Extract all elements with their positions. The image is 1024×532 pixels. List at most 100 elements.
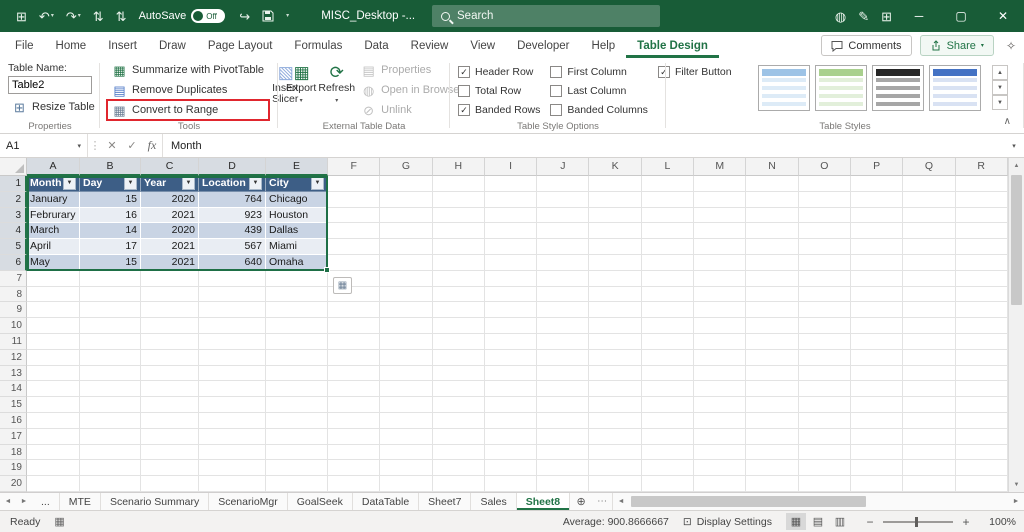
share-button[interactable]: Share ▾	[920, 35, 994, 56]
cell-A7[interactable]	[27, 271, 80, 287]
cell-N5[interactable]	[746, 239, 798, 255]
cell-E14[interactable]	[266, 381, 328, 397]
sheet-scroll-right-button[interactable]: ►	[16, 493, 32, 510]
cell-L16[interactable]	[642, 413, 694, 429]
cell-O20[interactable]	[799, 476, 851, 492]
cell-M6[interactable]	[694, 255, 746, 271]
cell-R17[interactable]	[956, 429, 1008, 445]
cell-E2[interactable]: Chicago	[266, 192, 328, 208]
cell-M17[interactable]	[694, 429, 746, 445]
cell-D20[interactable]	[199, 476, 266, 492]
cell-K13[interactable]	[589, 366, 641, 382]
cell-A8[interactable]	[27, 287, 80, 303]
cell-A12[interactable]	[27, 350, 80, 366]
cell-A5[interactable]: April	[27, 239, 80, 255]
cell-E10[interactable]	[266, 318, 328, 334]
checkbox-first-column[interactable]	[550, 66, 562, 78]
cell-Q3[interactable]	[903, 208, 955, 224]
cell-R6[interactable]	[956, 255, 1008, 271]
cell-P4[interactable]	[851, 223, 903, 239]
cell-A1[interactable]: Month▼	[27, 176, 80, 192]
checkbox-banded-rows[interactable]: ✓	[458, 104, 470, 116]
resize-table-button[interactable]: ⊞ Resize Table	[8, 98, 92, 116]
table-style-dark[interactable]	[872, 65, 924, 111]
cell-M2[interactable]	[694, 192, 746, 208]
cell-B18[interactable]	[80, 445, 141, 461]
sort-descending-button[interactable]: ⇅	[110, 10, 133, 23]
editing-mode-button[interactable]: ✎	[852, 10, 875, 23]
cell-L8[interactable]	[642, 287, 694, 303]
hscroll-track[interactable]	[629, 493, 1008, 510]
zoom-out-button[interactable]: −	[864, 515, 876, 529]
checkbox-last-column[interactable]	[550, 85, 562, 97]
cell-R4[interactable]	[956, 223, 1008, 239]
cell-C12[interactable]	[141, 350, 199, 366]
row-header-14[interactable]: 14	[0, 381, 27, 397]
cell-K4[interactable]	[589, 223, 641, 239]
cell-E18[interactable]	[266, 445, 328, 461]
cell-H3[interactable]	[433, 208, 485, 224]
option-first-column[interactable]: First Column	[550, 63, 648, 81]
cell-L17[interactable]	[642, 429, 694, 445]
cell-I17[interactable]	[485, 429, 537, 445]
new-sheet-button[interactable]: ⊕	[570, 493, 592, 510]
cell-D11[interactable]	[199, 334, 266, 350]
cell-P14[interactable]	[851, 381, 903, 397]
cell-L18[interactable]	[642, 445, 694, 461]
sort-ascending-button[interactable]: ⇅	[87, 10, 110, 23]
column-header-F[interactable]: F	[328, 158, 380, 176]
cell-F16[interactable]	[328, 413, 380, 429]
cell-M20[interactable]	[694, 476, 746, 492]
cell-B5[interactable]: 17	[80, 239, 141, 255]
cell-D15[interactable]	[199, 397, 266, 413]
cell-C9[interactable]	[141, 302, 199, 318]
convert-to-range-button[interactable]: ▦Convert to Range	[108, 101, 268, 119]
cell-A15[interactable]	[27, 397, 80, 413]
cell-K10[interactable]	[589, 318, 641, 334]
cell-J6[interactable]	[537, 255, 589, 271]
cell-P7[interactable]	[851, 271, 903, 287]
ribbon-tab-data[interactable]: Data	[353, 35, 399, 58]
cell-N18[interactable]	[746, 445, 798, 461]
cell-O17[interactable]	[799, 429, 851, 445]
cell-E7[interactable]	[266, 271, 328, 287]
cell-N2[interactable]	[746, 192, 798, 208]
cell-D16[interactable]	[199, 413, 266, 429]
row-header-10[interactable]: 10	[0, 318, 27, 334]
cell-L4[interactable]	[642, 223, 694, 239]
qat-customize-button[interactable]: ▾	[280, 13, 295, 19]
cell-P2[interactable]	[851, 192, 903, 208]
maximize-button[interactable]: ▢	[940, 0, 982, 32]
cell-G14[interactable]	[380, 381, 432, 397]
cell-B3[interactable]: 16	[80, 208, 141, 224]
cell-I2[interactable]	[485, 192, 537, 208]
cell-M11[interactable]	[694, 334, 746, 350]
page-break-view-button[interactable]: ▥	[830, 513, 850, 530]
cell-Q16[interactable]	[903, 413, 955, 429]
cell-L3[interactable]	[642, 208, 694, 224]
cell-Q5[interactable]	[903, 239, 955, 255]
cell-B9[interactable]	[80, 302, 141, 318]
cell-P1[interactable]	[851, 176, 903, 192]
cell-G11[interactable]	[380, 334, 432, 350]
cell-A13[interactable]	[27, 366, 80, 382]
cell-B12[interactable]	[80, 350, 141, 366]
cell-P8[interactable]	[851, 287, 903, 303]
cell-B14[interactable]	[80, 381, 141, 397]
cell-H12[interactable]	[433, 350, 485, 366]
normal-view-button[interactable]: ▦	[786, 513, 806, 530]
cell-P11[interactable]	[851, 334, 903, 350]
cell-Q9[interactable]	[903, 302, 955, 318]
cell-R3[interactable]	[956, 208, 1008, 224]
cell-M1[interactable]	[694, 176, 746, 192]
cell-F6[interactable]	[328, 255, 380, 271]
cell-M18[interactable]	[694, 445, 746, 461]
filter-button-month[interactable]: ▼	[63, 177, 76, 190]
cell-A3[interactable]: Februrary	[27, 208, 80, 224]
checkbox-banded-columns[interactable]	[550, 104, 562, 116]
cell-K1[interactable]	[589, 176, 641, 192]
cell-N9[interactable]	[746, 302, 798, 318]
column-header-A[interactable]: A	[27, 158, 80, 176]
sheet-tabs-more-button[interactable]: ⋯	[592, 493, 612, 510]
page-layout-view-button[interactable]: ▤	[808, 513, 828, 530]
